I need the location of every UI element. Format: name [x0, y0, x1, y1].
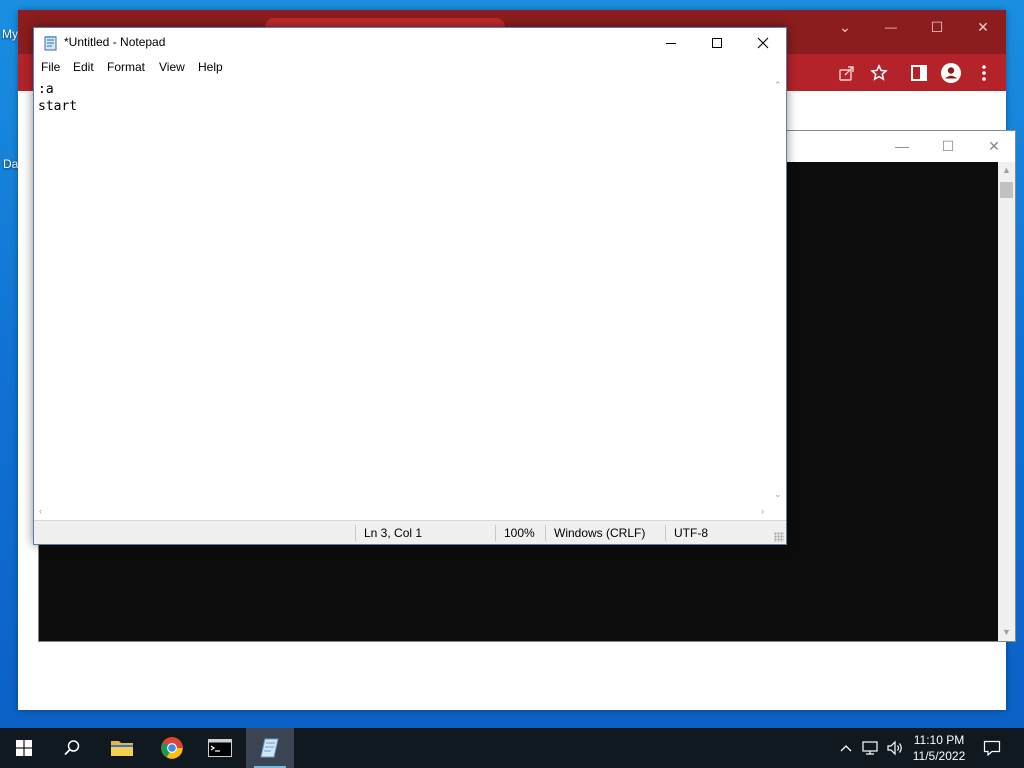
- chevron-up-icon: [840, 745, 852, 752]
- notepad-icon: [260, 738, 279, 758]
- menu-icon[interactable]: [973, 62, 995, 84]
- chrome-minimize-button[interactable]: —: [868, 14, 914, 40]
- window-title: *Untitled - Notepad: [64, 35, 166, 49]
- menu-view[interactable]: View: [159, 60, 185, 74]
- chrome-taskbar-button[interactable]: [148, 728, 196, 768]
- profile-icon[interactable]: [940, 62, 962, 84]
- status-bar: Ln 3, Col 1 100% Windows (CRLF) UTF-8: [34, 520, 786, 544]
- network-icon: [862, 741, 878, 755]
- volume-button[interactable]: [884, 728, 906, 768]
- file-explorer-icon: [111, 741, 133, 756]
- network-button[interactable]: [860, 728, 882, 768]
- menu-bar: File Edit Format View Help: [34, 58, 786, 77]
- scroll-down-icon[interactable]: ⌄: [774, 490, 782, 499]
- desktop-icon-label-my[interactable]: My: [2, 27, 18, 41]
- status-zoom: 100%: [495, 525, 545, 541]
- scroll-left-icon[interactable]: ‹: [39, 507, 42, 516]
- taskbar-clock[interactable]: 11:10 PM 11/5/2022: [906, 732, 972, 764]
- resize-grip-icon[interactable]: [774, 532, 784, 542]
- console-close-button[interactable]: ✕: [971, 131, 1017, 162]
- command-prompt-button[interactable]: [196, 728, 244, 768]
- file-explorer-button[interactable]: [98, 728, 146, 768]
- console-minimize-button[interactable]: —: [879, 131, 925, 162]
- clock-date: 11/5/2022: [912, 749, 966, 763]
- notepad-taskbar-button[interactable]: [246, 728, 294, 768]
- menu-format[interactable]: Format: [107, 60, 145, 74]
- command-prompt-icon: [208, 739, 232, 757]
- notepad-app-icon: [43, 35, 59, 51]
- notification-icon: [983, 740, 1001, 756]
- notepad-titlebar[interactable]: *Untitled - Notepad: [34, 28, 786, 58]
- notepad-window[interactable]: *Untitled - Notepad File Edit Format Vie…: [33, 27, 787, 545]
- console-maximize-button[interactable]: ☐: [925, 131, 971, 162]
- scroll-up-icon[interactable]: ⌃: [774, 81, 782, 90]
- horizontal-scrollbar[interactable]: ‹ ›: [34, 503, 770, 520]
- chrome-icon: [161, 737, 183, 759]
- console-scroll-thumb[interactable]: [1000, 182, 1013, 198]
- share-icon[interactable]: [836, 62, 858, 84]
- minimize-button[interactable]: [648, 28, 694, 58]
- volume-icon: [887, 740, 902, 756]
- vertical-scrollbar[interactable]: ⌃ ⌄: [770, 77, 786, 503]
- scroll-right-icon[interactable]: ›: [761, 507, 764, 516]
- status-line-ending: Windows (CRLF): [545, 525, 665, 541]
- tab-search-button[interactable]: ⌄: [822, 14, 868, 40]
- scrollbar-corner: [770, 503, 786, 520]
- maximize-button[interactable]: [694, 28, 740, 58]
- scroll-down-icon[interactable]: ▼: [1002, 628, 1011, 637]
- close-button[interactable]: [740, 28, 786, 58]
- menu-file[interactable]: File: [41, 60, 60, 74]
- text-editor-area[interactable]: :a start: [34, 77, 770, 503]
- desktop-icon-label-da[interactable]: Da: [3, 157, 18, 171]
- taskbar: 11:10 PM 11/5/2022: [0, 728, 1024, 768]
- status-cursor-position: Ln 3, Col 1: [355, 525, 495, 541]
- star-icon[interactable]: [868, 62, 890, 84]
- show-hidden-icons-button[interactable]: [836, 728, 856, 768]
- status-encoding: UTF-8: [665, 525, 775, 541]
- start-button[interactable]: [0, 728, 48, 768]
- search-icon: [64, 740, 80, 756]
- notifications-button[interactable]: [978, 728, 1006, 768]
- sidepanel-icon[interactable]: [908, 62, 930, 84]
- chrome-maximize-button[interactable]: ☐: [914, 14, 960, 40]
- menu-edit[interactable]: Edit: [73, 60, 94, 74]
- start-icon: [16, 740, 32, 756]
- menu-help[interactable]: Help: [198, 60, 223, 74]
- clock-time: 11:10 PM: [913, 733, 965, 747]
- editor-content[interactable]: :a start: [38, 81, 77, 115]
- scroll-up-icon[interactable]: ▲: [1002, 166, 1011, 175]
- console-scrollbar[interactable]: ▲ ▼: [998, 162, 1015, 641]
- chrome-close-button[interactable]: ✕: [960, 14, 1006, 40]
- search-button[interactable]: [48, 728, 96, 768]
